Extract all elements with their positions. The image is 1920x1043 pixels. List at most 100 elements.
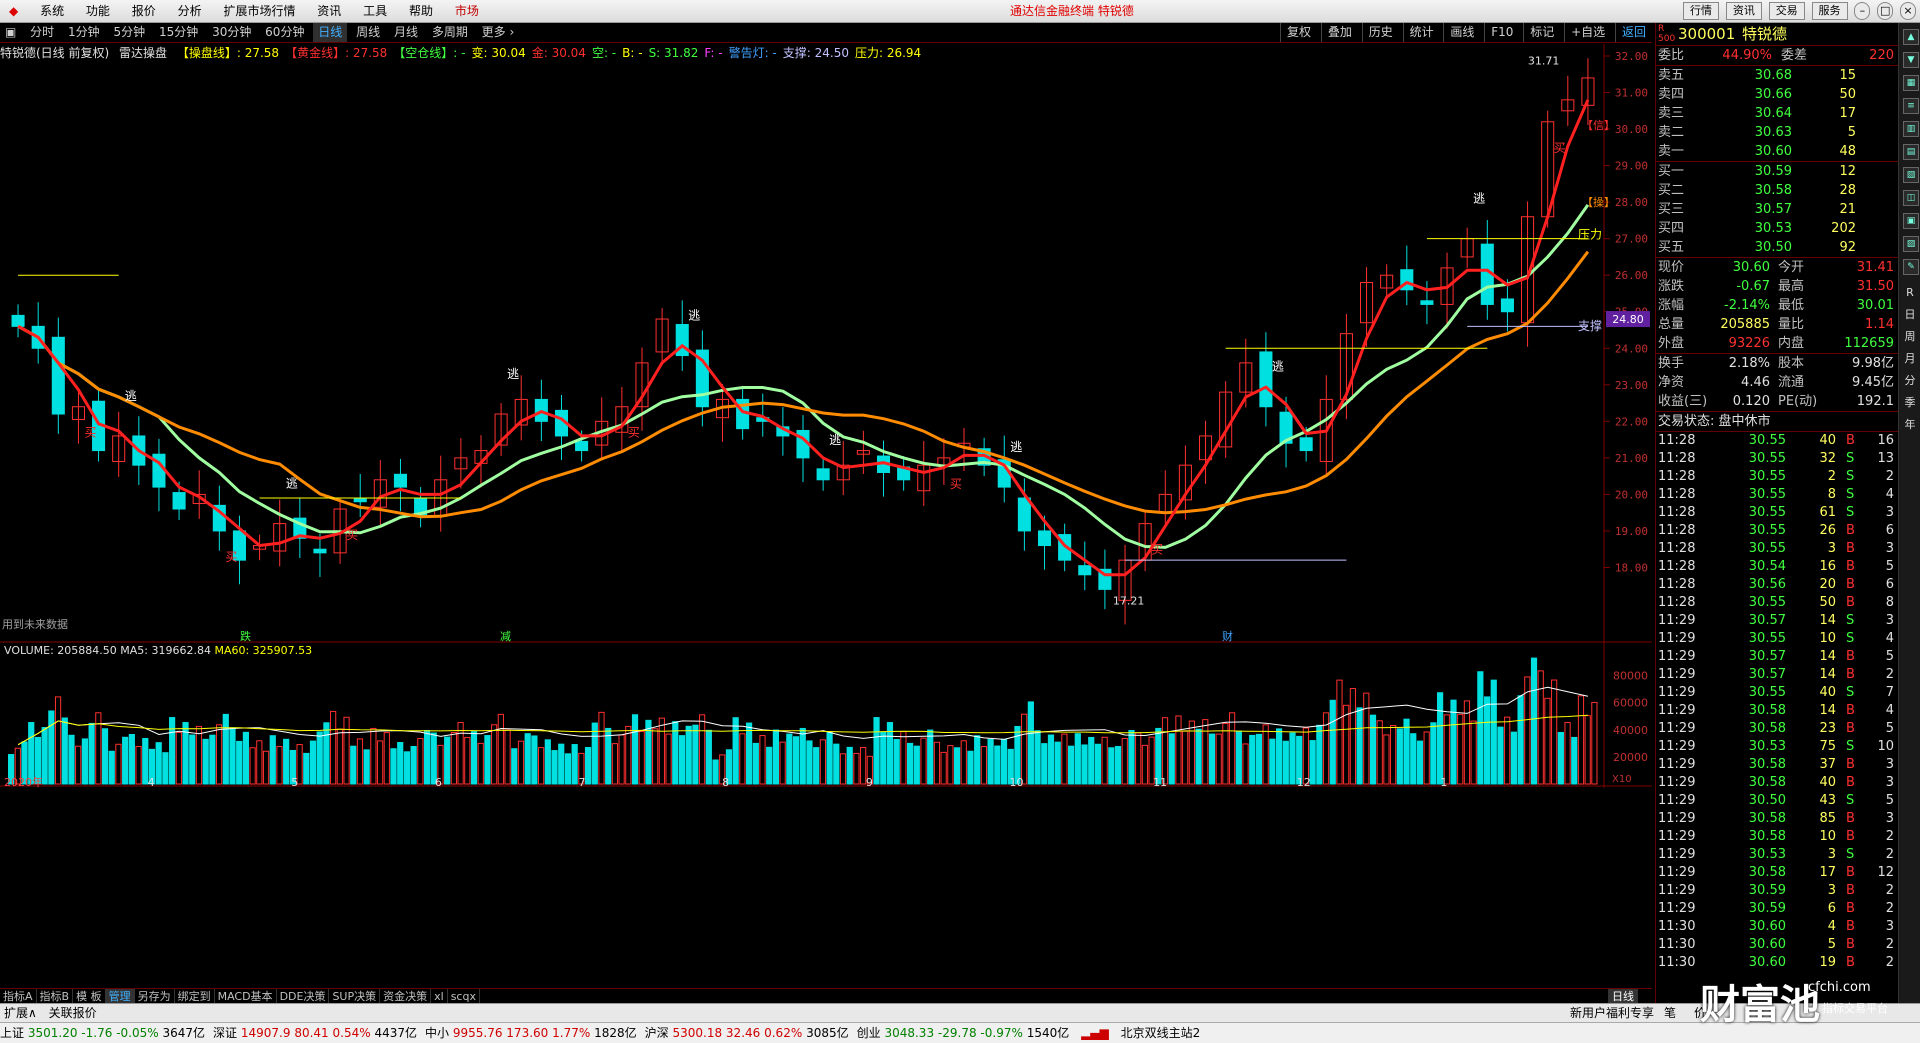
index-item[interactable]: 中小 9955.76 173.60 1.77% 1828亿 <box>425 1023 637 1043</box>
pencil-icon[interactable]: ✎ <box>1903 259 1919 275</box>
period-tab-weekly[interactable]: 周线 <box>351 23 385 42</box>
menu-item-market[interactable]: 市场 <box>446 0 488 22</box>
tool-mark[interactable]: 标记 <box>1523 23 1560 42</box>
sell-level-row[interactable]: 卖一 30.60 48 <box>1656 142 1899 161</box>
side-period-4[interactable]: 分 <box>1899 370 1920 392</box>
side-period-3[interactable]: 月 <box>1899 348 1920 370</box>
top-button-trade[interactable]: 交易 <box>1768 2 1805 20</box>
menu-item-tools[interactable]: 工具 <box>354 0 396 22</box>
period-tab-5min[interactable]: 5分钟 <box>108 23 150 42</box>
promo-link[interactable]: 新用户福利专享 <box>1566 1004 1658 1022</box>
grid-icon[interactable]: ▦ <box>1903 75 1919 91</box>
buy-level-row[interactable]: 买三 30.57 21 <box>1656 200 1899 219</box>
box-icon[interactable]: ▣ <box>1903 213 1919 229</box>
side-period-2[interactable]: 周 <box>1899 326 1920 348</box>
indicator-value-5: 空: - <box>591 46 617 60</box>
period-tab-intraday[interactable]: 分时 <box>25 23 59 42</box>
buy-level-row[interactable]: 买四 30.53 202 <box>1656 219 1899 238</box>
top-button-news[interactable]: 资讯 <box>1725 2 1762 20</box>
volume-bar <box>1336 679 1343 785</box>
period-tab-more[interactable]: 更多 › <box>477 23 520 42</box>
volume-bar <box>256 740 263 785</box>
minimize-icon[interactable]: – <box>1854 2 1871 20</box>
tick-count: 4 <box>1885 703 1894 718</box>
buy-level-row[interactable]: 买五 30.50 92 <box>1656 238 1899 257</box>
volume-bar <box>625 725 632 785</box>
tick-row: 11:29 30.58 85 B 3 <box>1656 810 1899 828</box>
app-icon[interactable]: ◆ <box>0 0 27 22</box>
close-icon[interactable]: × <box>1900 2 1916 20</box>
top-button-quote[interactable]: 行情 <box>1683 2 1720 20</box>
side-period-0[interactable]: R <box>1899 282 1920 304</box>
buy-level-row[interactable]: 买二 30.58 28 <box>1656 181 1899 200</box>
related-quotes-link[interactable]: 关联报价 <box>45 1006 101 1020</box>
period-tab-60min[interactable]: 60分钟 <box>260 23 309 42</box>
toolbar-toggle-icon[interactable]: ▣ <box>0 23 21 42</box>
sell-level-row[interactable]: 卖四 30.66 50 <box>1656 85 1899 104</box>
period-tab-15min[interactable]: 15分钟 <box>154 23 203 42</box>
index-item[interactable]: 创业 3048.33 -29.78 -0.97% 1540亿 <box>857 1023 1070 1043</box>
period-tab-multi[interactable]: 多周期 <box>427 23 473 42</box>
top-button-service[interactable]: 服务 <box>1811 2 1848 20</box>
menu-item-function[interactable]: 功能 <box>77 0 119 22</box>
period-tab-monthly[interactable]: 月线 <box>389 23 423 42</box>
expand-toggle[interactable]: 扩展∧ <box>0 1006 41 1020</box>
menu-item-quote[interactable]: 报价 <box>123 0 165 22</box>
tick-count: 5 <box>1885 793 1894 808</box>
tool-back[interactable]: 返回 <box>1614 23 1652 42</box>
buy-level-row[interactable]: 买一 30.59 12 <box>1656 162 1899 181</box>
escape-signal: 逃 <box>125 389 137 403</box>
kline-chart[interactable]: 买买买买买买买逃逃逃逃逃逃逃逃 32.0031.0030.0029.0028.0… <box>0 44 1652 788</box>
tool-add-watchlist[interactable]: +自选 <box>1564 23 1611 42</box>
tool-adjust[interactable]: 复权 <box>1280 23 1317 42</box>
chart-icon[interactable]: ▥ <box>1903 121 1919 137</box>
maximize-icon[interactable]: □ <box>1877 2 1894 20</box>
list-icon[interactable]: ≡ <box>1903 98 1919 114</box>
tick-volume: 37 <box>1819 757 1836 772</box>
side-period-6[interactable]: 年 <box>1899 414 1920 436</box>
tool-overlay[interactable]: 叠加 <box>1320 23 1358 42</box>
period-tab-daily[interactable]: 日线 <box>313 23 348 42</box>
side-period-1[interactable]: 日 <box>1899 304 1920 326</box>
sell-level-row[interactable]: 卖三 30.64 17 <box>1656 104 1899 123</box>
index-amount: 3647亿 <box>162 1026 206 1040</box>
menu-item-help[interactable]: 帮助 <box>400 0 442 22</box>
volume-bar <box>1289 732 1296 785</box>
indicator-name[interactable]: 雷达操盘 <box>119 46 167 60</box>
bar-icon[interactable]: ▤ <box>1903 144 1919 160</box>
tool-draw[interactable]: 画线 <box>1443 23 1480 42</box>
side-period-5[interactable]: 季 <box>1899 392 1920 414</box>
tool-stats[interactable]: 统计 <box>1402 23 1440 42</box>
index-amount: 1540亿 <box>1026 1026 1070 1040</box>
period-tab-30min[interactable]: 30分钟 <box>207 23 256 42</box>
side-icon-2[interactable]: ▼ <box>1903 52 1919 68</box>
server-name[interactable]: 北京双线主站2 <box>1121 1023 1201 1043</box>
tick-volume: 50 <box>1819 595 1836 610</box>
tick-count: 6 <box>1885 523 1894 538</box>
table-icon[interactable]: ▨ <box>1903 236 1919 252</box>
window-icon[interactable]: ◫ <box>1903 190 1919 206</box>
tool-history[interactable]: 历史 <box>1361 23 1399 42</box>
period-tab-1min[interactable]: 1分钟 <box>63 23 105 42</box>
volume-bar <box>826 731 833 785</box>
tab-bi[interactable]: 笔 <box>1660 1004 1680 1022</box>
index-item[interactable]: 沪深 5300.18 32.46 0.62% 3085亿 <box>645 1023 849 1043</box>
sell-level-row[interactable]: 卖二 30.63 5 <box>1656 123 1899 142</box>
menu-item-news[interactable]: 资讯 <box>308 0 350 22</box>
tool-f10[interactable]: F10 <box>1484 23 1519 42</box>
side-icon-1[interactable]: ▲ <box>1903 29 1919 45</box>
tick-time: 11:29 <box>1658 811 1696 826</box>
stat-label: 收益(三) <box>1658 394 1708 409</box>
index-item[interactable]: 上证 3501.20 -1.76 -0.05% 3647亿 <box>0 1023 205 1043</box>
sell-level-row[interactable]: 卖五 30.68 15 <box>1656 66 1899 85</box>
index-item[interactable]: 深证 14907.9 80.41 0.54% 4437亿 <box>213 1023 417 1043</box>
tick-list[interactable]: 11:28 30.55 40 B 16 11:28 30.55 32 S 13 11:28 30.55… <box>1656 432 1899 972</box>
menu-item-system[interactable]: 系统 <box>31 0 73 22</box>
y-tick-label: 24.00 <box>1615 342 1648 355</box>
candle-body <box>353 497 367 503</box>
stat-icon[interactable]: ▧ <box>1903 167 1919 183</box>
menu-item-analysis[interactable]: 分析 <box>169 0 211 22</box>
menu-item-extended[interactable]: 扩展市场行情 <box>214 0 304 22</box>
stock-period-label[interactable]: 特锐德(日线 前复权) <box>0 46 109 60</box>
index-pct: -0.97% <box>980 1026 1023 1040</box>
